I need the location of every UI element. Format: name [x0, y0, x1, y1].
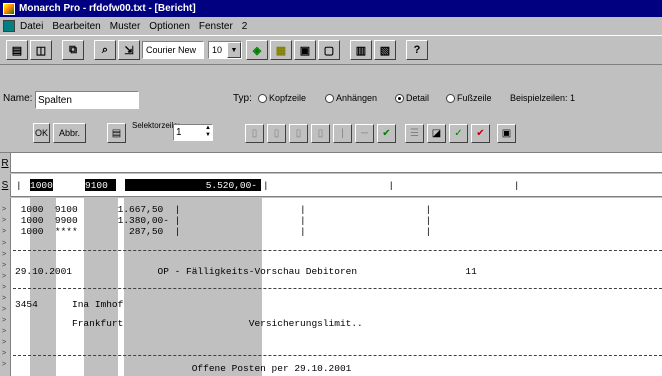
radio-kopfzeile[interactable]: Kopfzeile — [258, 93, 306, 103]
report-line: 1000 **** 287,50 | | | — [15, 226, 432, 237]
field-tool-9-icon[interactable]: ◪ — [427, 124, 446, 143]
grid-icon[interactable]: ▥ — [350, 40, 372, 60]
radio-dot — [325, 93, 334, 103]
menu-muster[interactable]: Muster — [110, 21, 141, 32]
report-line: 1000 9900 1.380,00- | | | — [15, 215, 432, 226]
radio-anhaengen-label: Anhängen — [336, 93, 378, 103]
divider — [13, 355, 662, 356]
help-label: ? — [413, 44, 421, 56]
report-line: Offene Posten per 29.10.2001 — [15, 363, 352, 374]
selector-value: 1 — [176, 127, 182, 138]
row-gutter: > > > > > > > > > > > > > > > — [0, 198, 11, 376]
radio-kopfzeile-label: Kopfzeile — [269, 93, 307, 103]
sel-field-2-text: 9100 — [85, 179, 108, 191]
document-icon[interactable] — [3, 20, 15, 32]
font-size-value: 10 — [212, 45, 223, 55]
row-s-rest: | | | — [263, 180, 520, 191]
help-button[interactable]: ? — [406, 40, 428, 60]
app-icon — [3, 2, 15, 15]
radio-dot-selected — [395, 93, 404, 103]
selector-icon[interactable]: ▤ — [107, 123, 126, 143]
name-input[interactable]: Spalten — [35, 91, 139, 109]
print-icon[interactable]: ▤ — [6, 40, 28, 60]
field-options-panel: Name: Spalten Typ: Kopfzeile Anhängen De… — [0, 65, 662, 153]
sel-field-3-text: 5.520,00- — [205, 179, 257, 191]
field-tool-12-icon[interactable]: ▣ — [497, 124, 516, 143]
divider — [13, 250, 662, 251]
selected-field-1[interactable]: 1000 — [30, 179, 53, 191]
menu-bearbeiten[interactable]: Bearbeiten — [52, 21, 100, 32]
toolbar: ▤ ◫ ⧉ ⌕ ⇲ Courier New 10 ▼ ◈ ▦ ▣ ▢ ▥ ▧ ? — [0, 35, 662, 65]
report-line: Frankfurt Versicherungslimit.. — [15, 318, 363, 329]
name-label: Name: — [3, 93, 33, 104]
report-icon[interactable]: ◈ — [246, 40, 268, 60]
report-view[interactable]: > > > > > > > > > > > > > > > 1000 9100 1.667,50 |… — [0, 198, 662, 376]
stepper-arrows-icon[interactable]: ▲ ▼ — [205, 125, 211, 139]
field-tool-1-icon[interactable]: ▯ — [245, 124, 264, 143]
preview-icon[interactable]: ◫ — [30, 40, 52, 60]
field-tool-2-icon[interactable]: ▯ — [267, 124, 286, 143]
row-s-label: S — [0, 174, 11, 197]
font-size-select[interactable]: 10 ▼ — [208, 41, 242, 59]
font-value: Courier New — [146, 45, 197, 55]
field-tool-5-icon[interactable]: | — [333, 124, 352, 143]
copy-icon[interactable]: ⧉ — [62, 40, 84, 60]
find-next-icon[interactable]: ⇲ — [118, 40, 140, 60]
menu-fenster[interactable]: Fenster — [199, 21, 233, 32]
field-tool-8-icon[interactable]: ☰ — [405, 124, 424, 143]
row-s: S | 1000 9100 5.520,00- | | | — [0, 174, 662, 197]
typ-label: Typ: — [233, 93, 252, 104]
table-icon[interactable]: ▦ — [270, 40, 292, 60]
chart-icon[interactable]: ▧ — [374, 40, 396, 60]
cancel-button[interactable]: Abbr. — [53, 123, 86, 143]
check-icon[interactable]: ✔ — [377, 124, 396, 143]
selector-label: Selektorzeile: — [132, 121, 181, 130]
app-window: Monarch Pro - rfdofw00.txt - [Bericht] D… — [0, 0, 662, 376]
ok-label: OK — [34, 128, 48, 138]
radio-fusszeile-label: Fußzeile — [457, 93, 492, 103]
radio-dot — [258, 93, 267, 103]
menu-help[interactable]: 2 — [242, 21, 248, 32]
report-line: 3454 Ina Imhof — [15, 299, 124, 310]
radio-detail[interactable]: Detail — [395, 93, 429, 103]
chevron-down-icon[interactable]: ▼ — [227, 42, 241, 58]
field-tool-3-icon[interactable]: ▯ — [289, 124, 308, 143]
row-r-label: R — [0, 153, 11, 173]
font-select[interactable]: Courier New — [142, 41, 204, 59]
radio-dot — [446, 93, 455, 103]
radio-detail-label: Detail — [406, 93, 430, 103]
selected-field-3[interactable]: 5.520,00- — [125, 179, 261, 191]
name-value: Spalten — [38, 94, 72, 106]
sel-field-1-text: 1000 — [30, 179, 53, 191]
menu-datei[interactable]: Datei — [20, 21, 43, 32]
row-s-bar: | — [16, 180, 22, 191]
examples-label: Beispielzeilen: 1 — [510, 93, 576, 103]
selector-stepper[interactable]: 1 ▲ ▼ — [173, 124, 213, 141]
title-bar: Monarch Pro - rfdofw00.txt - [Bericht] — [0, 0, 662, 17]
menu-bar: Datei Bearbeiten Muster Optionen Fenster… — [0, 17, 662, 35]
field-tool-10-icon[interactable]: ✓ — [449, 124, 468, 143]
window-title: Monarch Pro - rfdofw00.txt - [Bericht] — [19, 3, 196, 14]
menu-optionen[interactable]: Optionen — [149, 21, 190, 32]
summary-icon[interactable]: ▣ — [294, 40, 316, 60]
export-icon[interactable]: ▢ — [318, 40, 340, 60]
row-r: R — [0, 153, 662, 173]
report-line: 1000 9100 1.667,50 | | | — [15, 204, 432, 215]
radio-fusszeile[interactable]: Fußzeile — [446, 93, 492, 103]
find-icon[interactable]: ⌕ — [94, 40, 116, 60]
report-line: 29.10.2001 OP - Fälligkeits-Vorschau Deb… — [15, 266, 477, 277]
field-tool-11-icon[interactable]: ✔ — [471, 124, 490, 143]
field-tool-4-icon[interactable]: ▯ — [311, 124, 330, 143]
selected-field-2[interactable]: 9100 — [85, 179, 116, 191]
field-tool-6-icon[interactable]: ─ — [355, 124, 374, 143]
ok-button[interactable]: OK — [33, 123, 50, 143]
divider — [13, 288, 662, 289]
radio-anhaengen[interactable]: Anhängen — [325, 93, 377, 103]
cancel-label: Abbr. — [58, 128, 80, 138]
